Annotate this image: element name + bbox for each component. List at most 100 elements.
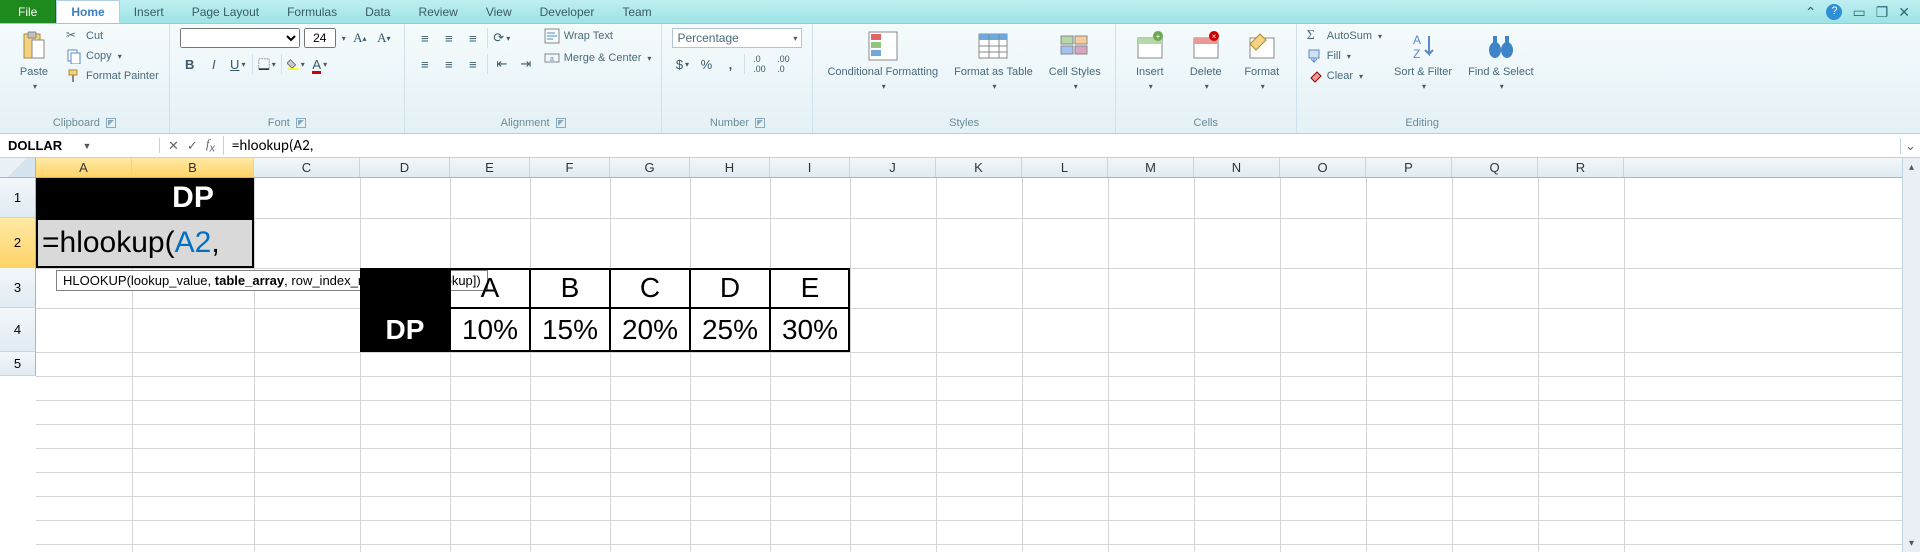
number-format-select[interactable]: Percentage ▾ xyxy=(672,28,802,48)
select-all-corner[interactable] xyxy=(0,158,36,177)
increase-decimal-button[interactable]: .0.00 xyxy=(749,54,769,74)
orientation-button[interactable]: ⟳▾ xyxy=(492,28,512,48)
column-header-P[interactable]: P xyxy=(1366,158,1452,177)
dialog-launcher-icon[interactable] xyxy=(106,118,116,128)
paste-button[interactable]: Paste ▾ xyxy=(10,28,58,93)
tab-insert[interactable]: Insert xyxy=(120,0,178,23)
enter-formula-button[interactable]: ✓ xyxy=(187,138,198,154)
row-header-4[interactable]: 4 xyxy=(0,308,36,352)
insert-button[interactable]: + Insert▾ xyxy=(1126,28,1174,93)
column-header-A[interactable]: A xyxy=(36,158,132,177)
ribbon-minimize-icon[interactable]: ⌃ xyxy=(1805,5,1817,19)
cell-B1[interactable]: DP xyxy=(132,178,254,218)
align-bottom-button[interactable]: ≡ xyxy=(463,28,483,48)
help-icon[interactable]: ? xyxy=(1826,4,1842,20)
delete-button[interactable]: × Delete▾ xyxy=(1182,28,1230,93)
vertical-scrollbar[interactable]: ▴ ▾ xyxy=(1902,158,1920,552)
font-size-input[interactable] xyxy=(304,28,336,48)
align-center-button[interactable]: ≡ xyxy=(439,54,459,74)
column-header-J[interactable]: J xyxy=(850,158,936,177)
conditional-formatting-button[interactable]: Conditional Formatting▾ xyxy=(823,28,942,93)
window-close-icon[interactable]: ✕ xyxy=(1898,5,1910,19)
column-header-E[interactable]: E xyxy=(450,158,530,177)
increase-indent-button[interactable]: ⇥ xyxy=(516,54,536,74)
tab-view[interactable]: View xyxy=(472,0,526,23)
column-header-D[interactable]: D xyxy=(360,158,450,177)
cell-E4[interactable]: 10% xyxy=(450,308,530,352)
column-header-O[interactable]: O xyxy=(1280,158,1366,177)
cancel-formula-button[interactable]: ✕ xyxy=(168,138,179,154)
grow-font-button[interactable]: A▴ xyxy=(350,28,370,48)
align-right-button[interactable]: ≡ xyxy=(463,54,483,74)
fill-color-button[interactable]: ▾ xyxy=(286,54,306,74)
window-minimize-icon[interactable]: ▭ xyxy=(1852,5,1865,19)
dialog-launcher-icon[interactable] xyxy=(755,118,765,128)
shrink-font-button[interactable]: A▾ xyxy=(374,28,394,48)
find-select-button[interactable]: Find & Select▾ xyxy=(1464,28,1537,93)
column-header-R[interactable]: R xyxy=(1538,158,1624,177)
copy-button[interactable]: Copy ▾ xyxy=(66,48,159,64)
tab-review[interactable]: Review xyxy=(404,0,471,23)
tab-formulas[interactable]: Formulas xyxy=(273,0,351,23)
tab-data[interactable]: Data xyxy=(351,0,404,23)
scroll-down-button[interactable]: ▾ xyxy=(1903,534,1920,552)
expand-formula-bar-button[interactable]: ⌄ xyxy=(1900,138,1920,154)
comma-format-button[interactable]: , xyxy=(720,54,740,74)
column-header-F[interactable]: F xyxy=(530,158,610,177)
formula-bar-input[interactable]: =hlookup(A2, xyxy=(224,137,1900,155)
format-painter-button[interactable]: Format Painter xyxy=(66,68,159,84)
cell-F3[interactable]: B xyxy=(530,268,610,308)
align-left-button[interactable]: ≡ xyxy=(415,54,435,74)
name-box[interactable]: DOLLAR ▼ xyxy=(0,138,160,153)
italic-button[interactable]: I xyxy=(204,54,224,74)
column-header-L[interactable]: L xyxy=(1022,158,1108,177)
align-top-button[interactable]: ≡ xyxy=(415,28,435,48)
dropdown-icon[interactable]: ▼ xyxy=(83,141,152,151)
tab-home[interactable]: Home xyxy=(56,0,119,23)
cell-D4[interactable]: DP xyxy=(360,308,450,352)
active-cell-A2[interactable]: =hlookup(A2, xyxy=(36,218,254,268)
column-header-B[interactable]: B xyxy=(132,158,254,177)
wrap-text-button[interactable]: Wrap Text xyxy=(544,28,652,44)
underline-button[interactable]: U▾ xyxy=(228,54,248,74)
dialog-launcher-icon[interactable] xyxy=(556,118,566,128)
column-header-K[interactable]: K xyxy=(936,158,1022,177)
column-header-M[interactable]: M xyxy=(1108,158,1194,177)
merge-center-button[interactable]: a Merge & Center ▾ xyxy=(544,50,652,66)
insert-function-button[interactable]: fx xyxy=(206,136,215,155)
sort-filter-button[interactable]: AZ Sort & Filter▾ xyxy=(1390,28,1456,93)
column-header-I[interactable]: I xyxy=(770,158,850,177)
fill-button[interactable]: Fill▾ xyxy=(1307,48,1382,64)
bold-button[interactable]: B xyxy=(180,54,200,74)
tab-page-layout[interactable]: Page Layout xyxy=(178,0,273,23)
decrease-indent-button[interactable]: ⇤ xyxy=(492,54,512,74)
cell-F4[interactable]: 15% xyxy=(530,308,610,352)
percent-format-button[interactable]: % xyxy=(696,54,716,74)
format-button[interactable]: Format▾ xyxy=(1238,28,1286,93)
cell-I4[interactable]: 30% xyxy=(770,308,850,352)
cell-styles-button[interactable]: Cell Styles▾ xyxy=(1045,28,1105,93)
cell-E3[interactable]: A xyxy=(450,268,530,308)
borders-button[interactable]: ▾ xyxy=(257,54,277,74)
decrease-decimal-button[interactable]: .00.0 xyxy=(773,54,793,74)
font-color-button[interactable]: A▾ xyxy=(310,54,330,74)
tab-developer[interactable]: Developer xyxy=(526,0,609,23)
cell-H4[interactable]: 25% xyxy=(690,308,770,352)
clear-button[interactable]: Clear▾ xyxy=(1307,68,1382,84)
accounting-format-button[interactable]: $▾ xyxy=(672,54,692,74)
column-header-G[interactable]: G xyxy=(610,158,690,177)
cut-button[interactable]: ✂ Cut xyxy=(66,28,159,44)
file-tab[interactable]: File xyxy=(0,0,56,23)
cell-G3[interactable]: C xyxy=(610,268,690,308)
tab-team[interactable]: Team xyxy=(608,0,665,23)
cell-H3[interactable]: D xyxy=(690,268,770,308)
autosum-button[interactable]: Σ AutoSum▾ xyxy=(1307,28,1382,44)
cell-I3[interactable]: E xyxy=(770,268,850,308)
format-as-table-button[interactable]: Format as Table▾ xyxy=(950,28,1037,93)
dialog-launcher-icon[interactable] xyxy=(296,118,306,128)
column-header-H[interactable]: H xyxy=(690,158,770,177)
row-header-3[interactable]: 3 xyxy=(0,268,36,308)
window-restore-icon[interactable]: ❐ xyxy=(1876,5,1889,19)
align-middle-button[interactable]: ≡ xyxy=(439,28,459,48)
column-header-C[interactable]: C xyxy=(254,158,360,177)
